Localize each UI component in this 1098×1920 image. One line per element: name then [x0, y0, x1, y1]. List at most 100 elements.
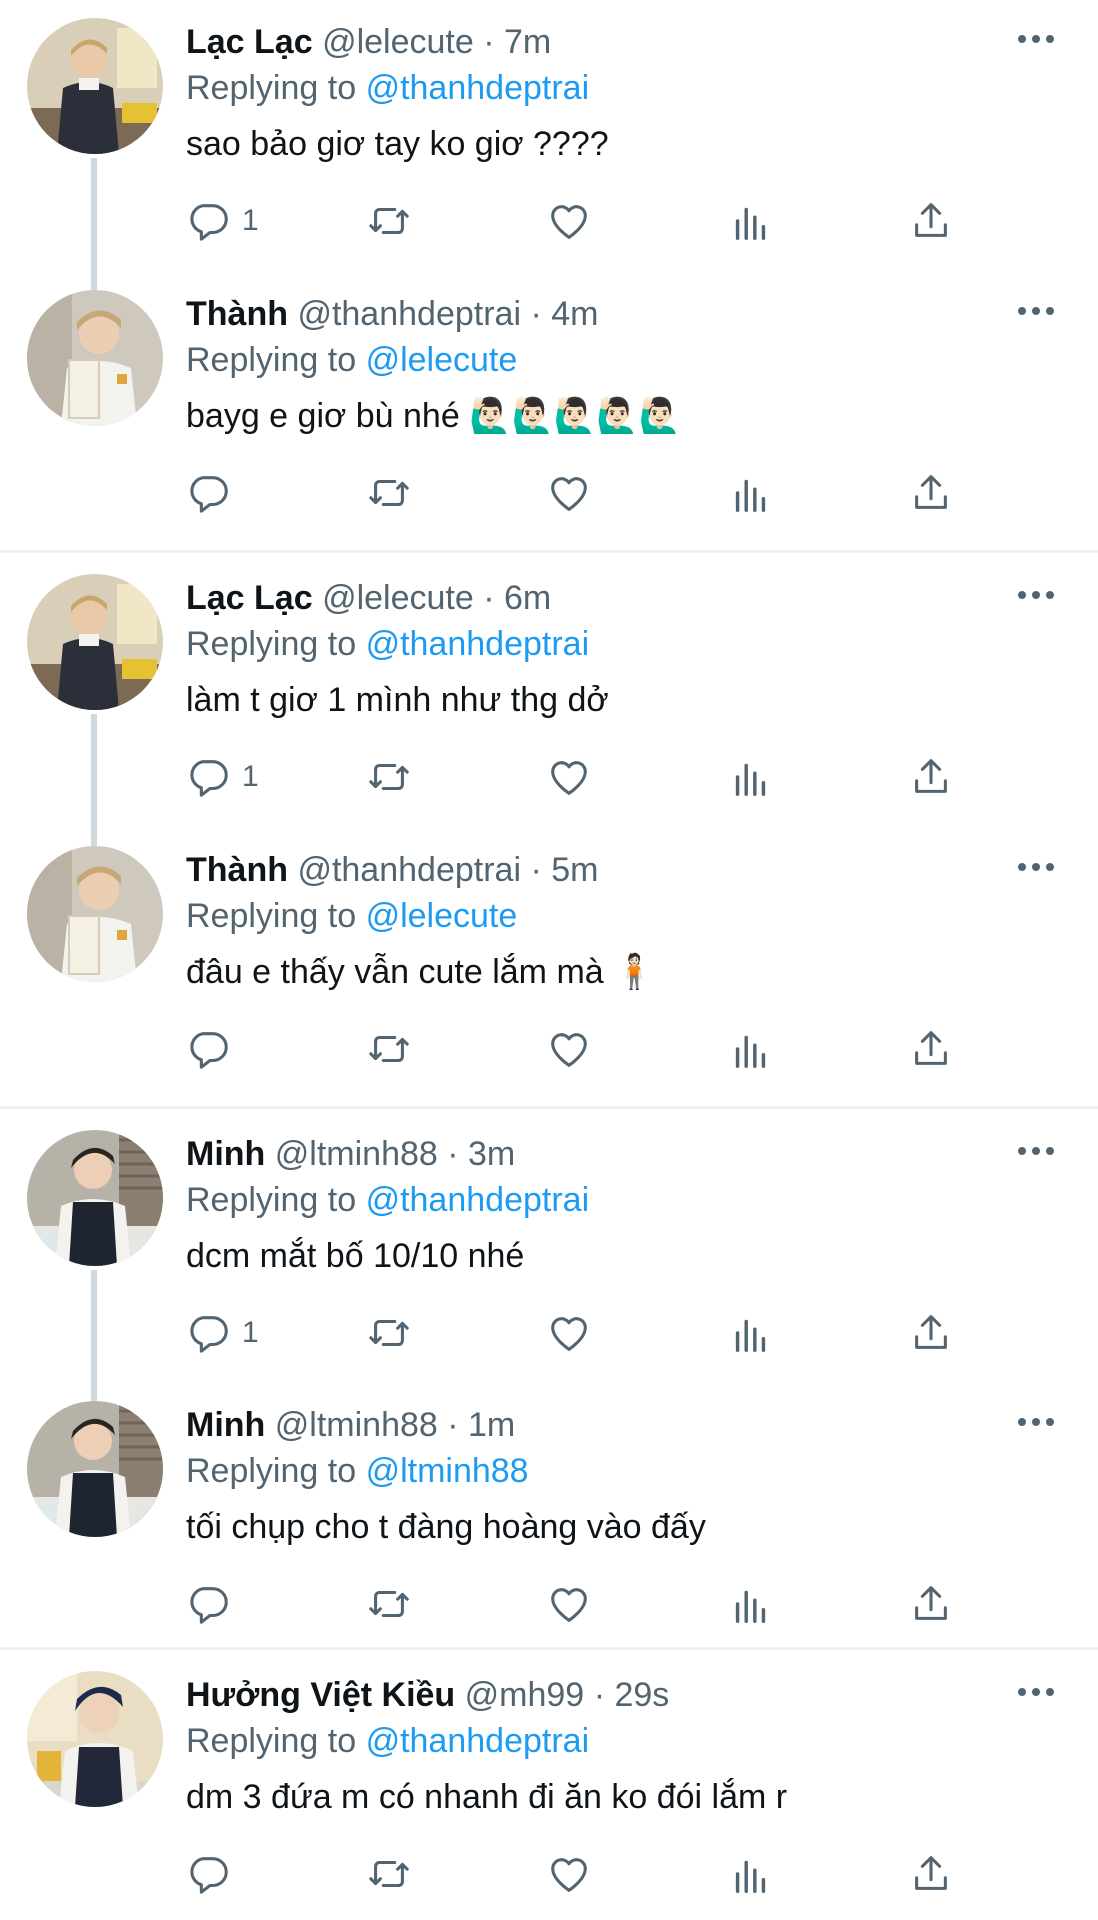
reply-button[interactable] [186, 468, 242, 518]
more-icon[interactable] [1014, 296, 1058, 326]
share-button[interactable] [908, 1849, 954, 1899]
tweet-text: dm 3 đứa m có nhanh đi ăn ko đói lắm r [186, 1778, 788, 1816]
tweet-text: tối chụp cho t đàng hoàng vào đấy [186, 1508, 706, 1546]
avatar[interactable] [27, 846, 163, 982]
tweet[interactable]: Lạc Lạc @lelecute · 6m Replying to @than… [0, 556, 1098, 846]
more-icon[interactable] [1014, 852, 1058, 882]
views-icon [735, 479, 766, 512]
tweet-text: bayg e giơ bù nhé 🙋🏻‍♂️🙋🏻‍♂️🙋🏻‍♂️🙋🏻‍♂️🙋🏻… [186, 397, 681, 435]
display-name[interactable]: Hưởng Việt Kiều [186, 1676, 455, 1714]
reply-button[interactable] [186, 1024, 242, 1074]
share-button[interactable] [908, 752, 954, 802]
more-icon[interactable] [1014, 1136, 1058, 1166]
timestamp[interactable]: · 29s [594, 1676, 670, 1714]
share-button[interactable] [908, 1579, 954, 1629]
handle[interactable]: @lelecute [322, 23, 474, 61]
more-icon[interactable] [1014, 24, 1058, 54]
timestamp[interactable]: · 1m [447, 1406, 515, 1444]
like-button[interactable] [546, 196, 592, 246]
mention-link[interactable]: @thanhdeptrai [366, 1181, 590, 1219]
handle[interactable]: @ltminh88 [275, 1135, 438, 1173]
like-button[interactable] [546, 1579, 592, 1629]
retweet-button[interactable] [366, 1849, 412, 1899]
display-name[interactable]: Lạc Lạc [186, 23, 313, 61]
handle[interactable]: @mh99 [465, 1676, 585, 1714]
more-icon[interactable] [1014, 580, 1058, 610]
handle[interactable]: @thanhdeptrai [297, 295, 521, 333]
retweet-icon [369, 763, 409, 791]
action-bar: 1 [186, 752, 986, 802]
reply-button[interactable]: 1 [186, 752, 259, 802]
mention-link[interactable]: @thanhdeptrai [366, 1722, 590, 1760]
avatar[interactable] [27, 1130, 163, 1266]
handle[interactable]: @thanhdeptrai [297, 851, 521, 889]
tweet[interactable]: Lạc Lạc @lelecute · 7m Replying to @than… [0, 0, 1098, 290]
avatar[interactable] [27, 1671, 163, 1807]
views-button[interactable] [728, 1849, 774, 1899]
share-icon [915, 1315, 947, 1349]
mention-link[interactable]: @thanhdeptrai [366, 625, 590, 663]
views-button[interactable] [728, 468, 774, 518]
display-name[interactable]: Thành [186, 851, 288, 889]
avatar[interactable] [27, 1401, 163, 1537]
retweet-button[interactable] [366, 752, 412, 802]
tweet-text: đâu e thấy vẫn cute lắm mà 🧍🏻 [186, 953, 656, 991]
mention-link[interactable]: @ltminh88 [366, 1452, 529, 1490]
replying-to: Replying to @thanhdeptrai [186, 1719, 589, 1763]
retweet-button[interactable] [366, 1024, 412, 1074]
more-icon[interactable] [1014, 1677, 1058, 1707]
share-button[interactable] [908, 468, 954, 518]
tweet[interactable]: Thành @thanhdeptrai · 4m Replying to @le… [0, 272, 1098, 542]
display-name[interactable]: Lạc Lạc [186, 579, 313, 617]
mention-link[interactable]: @thanhdeptrai [366, 69, 590, 107]
share-button[interactable] [908, 196, 954, 246]
retweet-icon [369, 1035, 409, 1063]
more-icon[interactable] [1014, 1407, 1058, 1437]
views-button[interactable] [728, 1579, 774, 1629]
views-button[interactable] [728, 196, 774, 246]
tweet[interactable]: Thành @thanhdeptrai · 5m Replying to @le… [0, 828, 1098, 1098]
display-name[interactable]: Minh [186, 1135, 265, 1173]
like-button[interactable] [546, 1308, 592, 1358]
replying-prefix: Replying to [186, 1452, 357, 1490]
like-button[interactable] [546, 752, 592, 802]
like-button[interactable] [546, 1024, 592, 1074]
reply-button[interactable] [186, 1579, 242, 1629]
display-name[interactable]: Minh [186, 1406, 265, 1444]
action-bar [186, 468, 986, 518]
avatar[interactable] [27, 290, 163, 426]
avatar[interactable] [27, 18, 163, 154]
retweet-button[interactable] [366, 468, 412, 518]
views-button[interactable] [728, 1024, 774, 1074]
mention-link[interactable]: @lelecute [366, 897, 518, 935]
retweet-button[interactable] [366, 1579, 412, 1629]
reply-count: 1 [242, 204, 259, 237]
views-button[interactable] [728, 1308, 774, 1358]
tweet[interactable]: Hưởng Việt Kiều @mh99 · 29s Replying to … [0, 1653, 1098, 1920]
share-button[interactable] [908, 1024, 954, 1074]
action-bar: 1 [186, 1308, 986, 1358]
retweet-button[interactable] [366, 1308, 412, 1358]
retweet-button[interactable] [366, 196, 412, 246]
timestamp[interactable]: · 3m [447, 1135, 515, 1173]
mention-link[interactable]: @lelecute [366, 341, 518, 379]
avatar[interactable] [27, 574, 163, 710]
timestamp[interactable]: · 5m [530, 851, 598, 889]
display-name[interactable]: Thành [186, 295, 288, 333]
like-button[interactable] [546, 1849, 592, 1899]
reply-button[interactable]: 1 [186, 196, 259, 246]
timestamp[interactable]: · 6m [483, 579, 551, 617]
tweet[interactable]: Minh @ltminh88 · 3m Replying to @thanhde… [0, 1112, 1098, 1402]
views-button[interactable] [728, 752, 774, 802]
share-button[interactable] [908, 1308, 954, 1358]
reply-button[interactable]: 1 [186, 1308, 259, 1358]
reply-button[interactable] [186, 1849, 242, 1899]
tweet-header: Hưởng Việt Kiều @mh99 · 29s [186, 1673, 669, 1717]
tweet-text: làm t giơ 1 mình như thg dở [186, 681, 609, 719]
handle[interactable]: @lelecute [322, 579, 474, 617]
tweet[interactable]: Minh @ltminh88 · 1m Replying to @ltminh8… [0, 1383, 1098, 1653]
timestamp[interactable]: · 4m [530, 295, 598, 333]
like-button[interactable] [546, 468, 592, 518]
handle[interactable]: @ltminh88 [275, 1406, 438, 1444]
timestamp[interactable]: · 7m [483, 23, 551, 61]
